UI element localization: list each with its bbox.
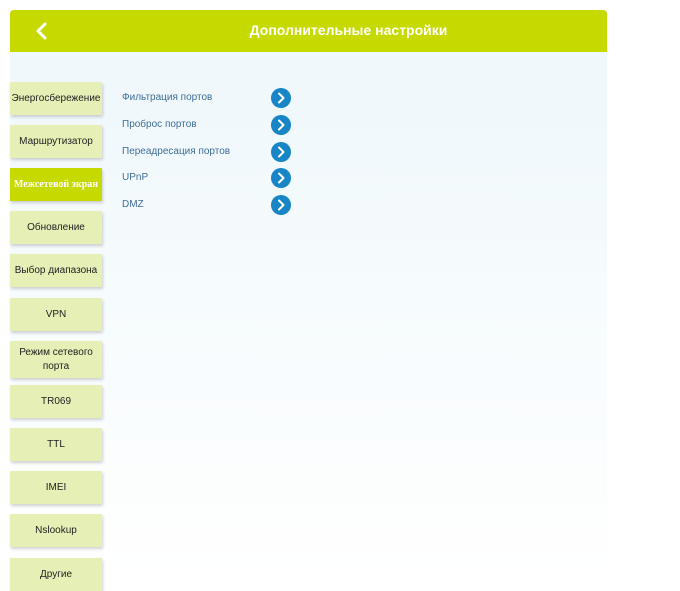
open-dmz-button[interactable] bbox=[271, 195, 291, 215]
list-item-label: Переадресация портов bbox=[122, 146, 231, 157]
sidebar-item-ttl[interactable]: TTL bbox=[10, 428, 102, 461]
sidebar-item-imei[interactable]: IMEI bbox=[10, 471, 102, 504]
chevron-right-icon bbox=[278, 92, 285, 104]
sidebar-item-router[interactable]: Маршрутизатор bbox=[10, 125, 102, 158]
chevron-right-icon bbox=[278, 199, 285, 211]
open-port-forwarding-button[interactable] bbox=[271, 115, 291, 135]
list-item-port-forwarding[interactable]: Проброс портов bbox=[122, 115, 297, 135]
sidebar-item-other[interactable]: Другие bbox=[10, 558, 102, 591]
header-bar: Дополнительные настройки bbox=[10, 10, 607, 52]
list-item-dmz[interactable]: DMZ bbox=[122, 195, 297, 215]
list-item-label: UPnP bbox=[122, 172, 149, 183]
sidebar-item-network-port-mode[interactable]: Режим сетевого порта bbox=[10, 341, 102, 378]
chevron-right-icon bbox=[278, 146, 285, 158]
sidebar-item-vpn[interactable]: VPN bbox=[10, 298, 102, 331]
chevron-right-icon bbox=[278, 172, 285, 184]
list-item-label: Фильтрация портов bbox=[122, 92, 213, 103]
sidebar-item-band-selection[interactable]: Выбор диапазона bbox=[10, 254, 102, 287]
open-port-redirection-button[interactable] bbox=[271, 142, 291, 162]
sidebar-item-tr069[interactable]: TR069 bbox=[10, 385, 102, 418]
chevron-right-icon bbox=[278, 119, 285, 131]
list-item-label: DMZ bbox=[122, 199, 144, 210]
list-item-label: Проброс портов bbox=[122, 119, 197, 130]
page-title: Дополнительные настройки bbox=[249, 22, 448, 38]
list-item-upnp[interactable]: UPnP bbox=[122, 168, 297, 188]
sidebar-item-nslookup[interactable]: Nslookup bbox=[10, 514, 102, 547]
app-window: Дополнительные настройки Энергосбережени… bbox=[10, 10, 607, 591]
list-item-port-filtering[interactable]: Фильтрация портов bbox=[122, 88, 297, 108]
sidebar-item-energy-saving[interactable]: Энергосбережение bbox=[10, 82, 102, 115]
sidebar-item-update[interactable]: Обновление bbox=[10, 211, 102, 244]
open-upnp-button[interactable] bbox=[271, 168, 291, 188]
open-port-filtering-button[interactable] bbox=[271, 88, 291, 108]
sidebar-item-firewall[interactable]: Межсетевой экран bbox=[10, 168, 102, 201]
list-item-port-redirection[interactable]: Переадресация портов bbox=[122, 142, 297, 162]
